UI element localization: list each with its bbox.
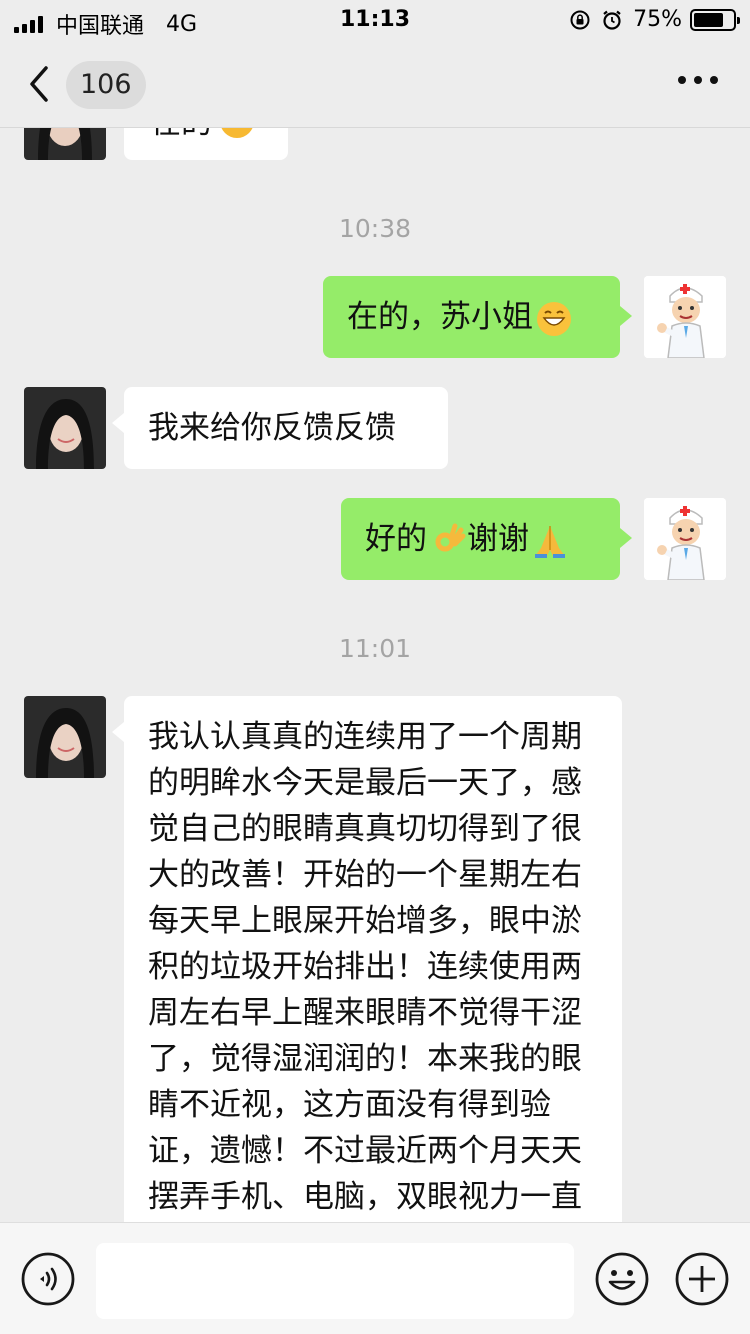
doctor-avatar[interactable] [644, 276, 726, 358]
female-avatar[interactable] [24, 387, 106, 469]
grinning-emoji-icon [537, 301, 571, 336]
battery-fill [694, 12, 723, 27]
more-dot [678, 76, 686, 84]
rotation-lock-icon [570, 10, 590, 29]
input-toolbar [0, 1222, 750, 1334]
female-avatar[interactable] [24, 128, 106, 160]
message-text: 我来给你反馈反馈 [148, 410, 396, 446]
message-text: 我认认真真的连续用了一个周期的明眸水今天是最后一天了，感觉自己的眼睛真真切切得到… [148, 719, 582, 1215]
message-bubble-sent[interactable]: 在的，苏小姐 [323, 276, 632, 358]
more-dot [710, 76, 718, 84]
chat-message-list[interactable]: 在的 10:38 在的，苏小姐 [0, 128, 750, 1222]
message-text: 好的 [365, 521, 427, 557]
message-input[interactable] [96, 1243, 574, 1319]
timestamp: 10:38 [338, 214, 412, 243]
emoji-icon [220, 128, 254, 138]
folded-hands-emoji-icon [535, 525, 565, 558]
emoji-button[interactable] [594, 1251, 650, 1307]
message-text: 在的 [150, 128, 212, 144]
message-text: 在的，苏小姐 [347, 299, 533, 335]
chat-header: 106 [0, 42, 750, 128]
battery-percentage: 75% [633, 7, 682, 32]
doctor-avatar[interactable] [644, 498, 726, 580]
plus-button[interactable] [674, 1251, 730, 1307]
message-bubble-sent[interactable]: 好的 谢谢 [341, 498, 632, 580]
back-chevron-icon[interactable] [20, 62, 60, 106]
ok-hand-emoji-icon [435, 523, 466, 551]
message-bubble-received[interactable]: 我认认真真的连续用了一个周期的明眸水今天是最后一天了，感觉自己的眼睛真真切切得到… [112, 696, 622, 1222]
female-avatar[interactable] [24, 696, 106, 778]
status-bar: 中国联通 4G 11:13 75% [0, 0, 750, 42]
more-dot [694, 76, 702, 84]
alarm-icon [603, 10, 621, 30]
more-options-button[interactable] [670, 76, 718, 84]
message-bubble-received[interactable]: 我来给你反馈反馈 [112, 387, 448, 469]
message-text: 谢谢 [467, 521, 529, 557]
battery-icon [690, 8, 740, 31]
message-bubble-received[interactable]: 在的 [124, 128, 288, 160]
voice-input-button[interactable] [20, 1251, 76, 1307]
status-right: 75% [569, 7, 740, 32]
timestamp: 11:01 [338, 634, 412, 663]
unread-count-badge[interactable]: 106 [66, 61, 146, 109]
